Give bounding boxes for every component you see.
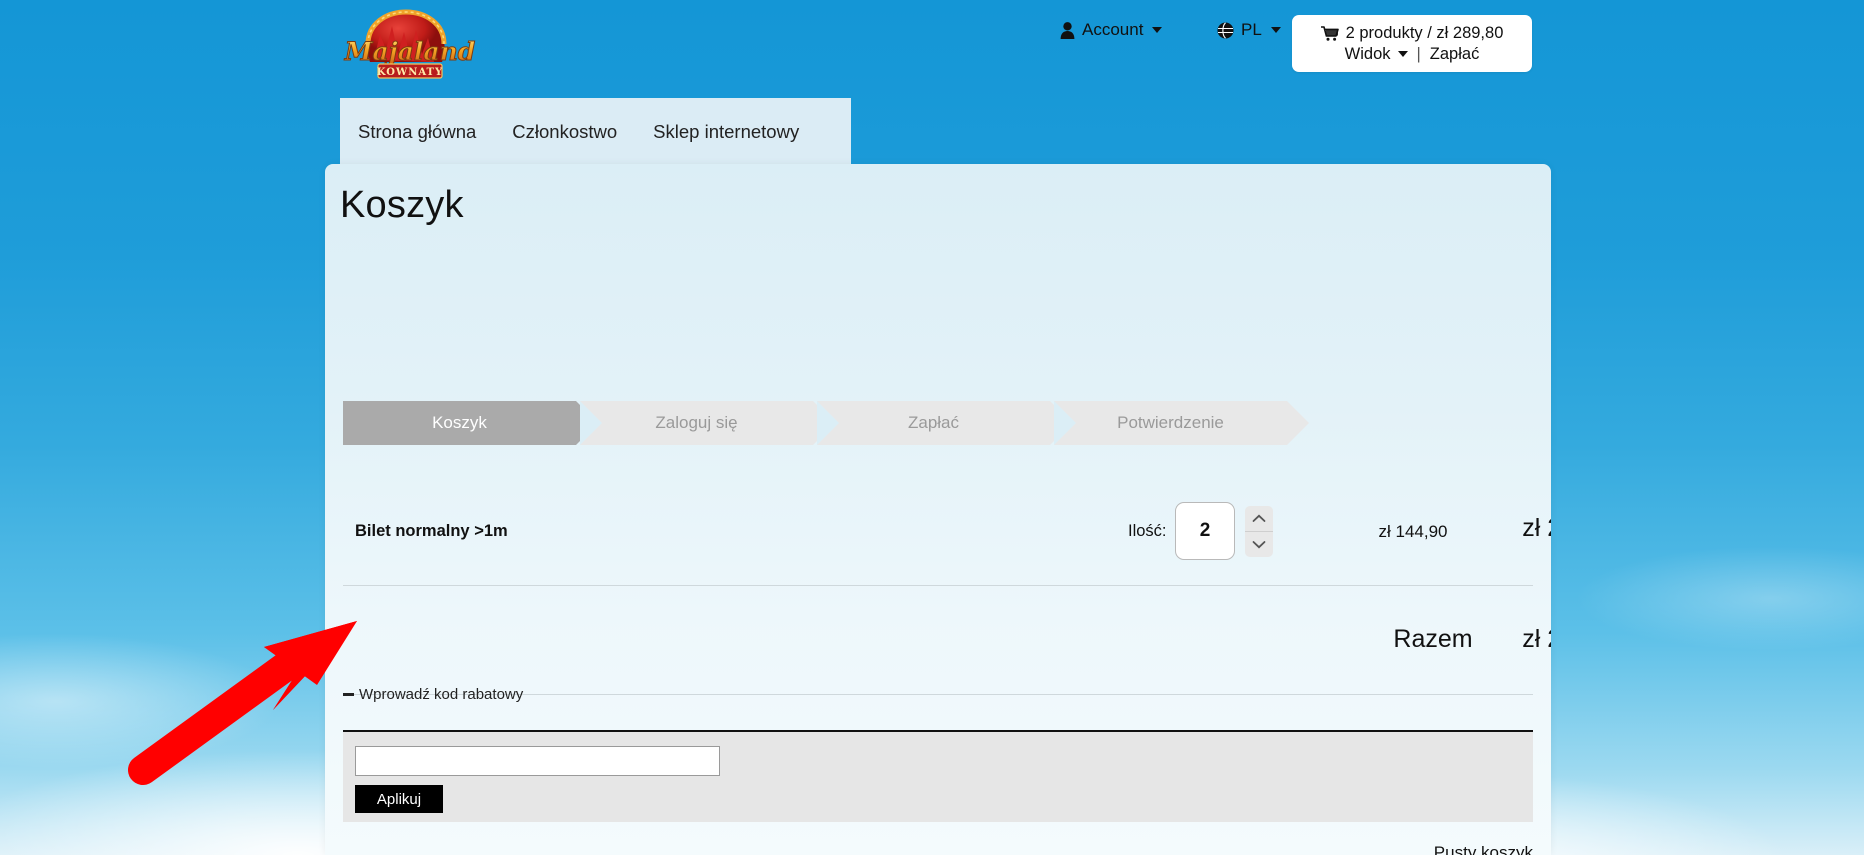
checkout-progress: Koszyk Zaloguj się Zapłać Potwierdzenie	[343, 401, 1309, 445]
cart-icon	[1320, 25, 1339, 41]
coupon-code-input[interactable]	[355, 746, 720, 776]
svg-text:KOWNATY: KOWNATY	[377, 67, 443, 78]
majaland-logo-icon: Majaland KOWNATY	[343, 9, 476, 79]
site-logo[interactable]: Majaland KOWNATY	[340, 4, 480, 82]
quantity-decrease-button[interactable]	[1245, 532, 1273, 557]
cart-item-row: Bilet normalny >1m Ilość: zł 144,90 zł 2…	[343, 494, 1551, 569]
step-label: Zapłać	[907, 413, 960, 432]
cart-panel: Koszyk Koszyk Zaloguj się Zapłać Potwier…	[325, 164, 1551, 855]
product-name: Bilet normalny >1m	[355, 522, 508, 540]
chevron-up-icon	[1252, 514, 1266, 522]
step-label: Potwierdzenie	[1117, 413, 1224, 432]
cart-summary-text: 2 produkty / zł 289,80	[1345, 23, 1504, 42]
cart-view-label: Widok	[1344, 44, 1391, 63]
cart-checkout-link[interactable]: Zapłać	[1430, 45, 1480, 64]
row-divider	[343, 585, 1533, 586]
language-menu[interactable]: PL	[1217, 20, 1281, 40]
line-total: zł 289,80	[1522, 514, 1551, 542]
language-label: PL	[1241, 20, 1262, 39]
cart-view-button[interactable]: Widok	[1345, 45, 1408, 64]
cart-totals: Razem zł 289,80	[343, 619, 1551, 669]
quantity-increase-button[interactable]	[1245, 506, 1273, 532]
step-login[interactable]: Zaloguj się	[580, 401, 835, 445]
main-navigation: Strona główna Członkostwo Sklep internet…	[340, 98, 851, 166]
nav-item-membership[interactable]: Członkostwo	[512, 121, 617, 143]
step-label: Zaloguj się	[655, 413, 738, 432]
chevron-down-icon	[1152, 27, 1163, 33]
chevron-down-icon	[1252, 541, 1266, 549]
coupon-toggle-label: Wprowadź kod rabatowy	[359, 686, 524, 703]
header-right-area: Account PL 2 produkty / zł 289,80 Widok …	[1020, 0, 1864, 90]
cart-summary-box[interactable]: 2 produkty / zł 289,80 Widok | Zapłać	[1292, 15, 1532, 72]
quantity-input[interactable]	[1175, 502, 1235, 560]
coupon-toggle[interactable]: Wprowadź kod rabatowy	[343, 686, 523, 703]
step-confirmation[interactable]: Potwierdzenie	[1054, 401, 1309, 445]
total-value: zł 289,80	[1522, 625, 1551, 653]
globe-icon	[1217, 21, 1234, 39]
chevron-down-icon	[1397, 51, 1408, 57]
person-icon	[1060, 21, 1075, 39]
account-label: Account	[1082, 20, 1144, 39]
cart-actions: Widok | Zapłać	[1345, 45, 1480, 64]
nav-item-home[interactable]: Strona główna	[358, 121, 476, 143]
minus-icon	[343, 693, 354, 696]
coupon-panel: Aplikuj	[343, 730, 1533, 822]
svg-text:Majaland: Majaland	[344, 37, 475, 66]
step-label: Koszyk	[432, 413, 487, 432]
step-cart[interactable]: Koszyk	[343, 401, 598, 445]
cart-action-separator: |	[1416, 44, 1421, 63]
chevron-down-icon	[1270, 27, 1281, 33]
empty-cart-link[interactable]: Pusty koszyk	[1434, 843, 1533, 855]
page-title: Koszyk	[340, 184, 464, 226]
quantity-stepper[interactable]	[1245, 506, 1273, 557]
quantity-label: Ilość:	[1128, 522, 1167, 540]
apply-coupon-button[interactable]: Aplikuj	[355, 785, 443, 813]
cart-summary-line: 2 produkty / zł 289,80	[1320, 23, 1504, 43]
unit-price: zł 144,90	[1378, 522, 1448, 541]
account-menu[interactable]: Account	[1060, 20, 1163, 40]
step-payment[interactable]: Zapłać	[817, 401, 1072, 445]
nav-item-shop[interactable]: Sklep internetowy	[653, 121, 799, 143]
